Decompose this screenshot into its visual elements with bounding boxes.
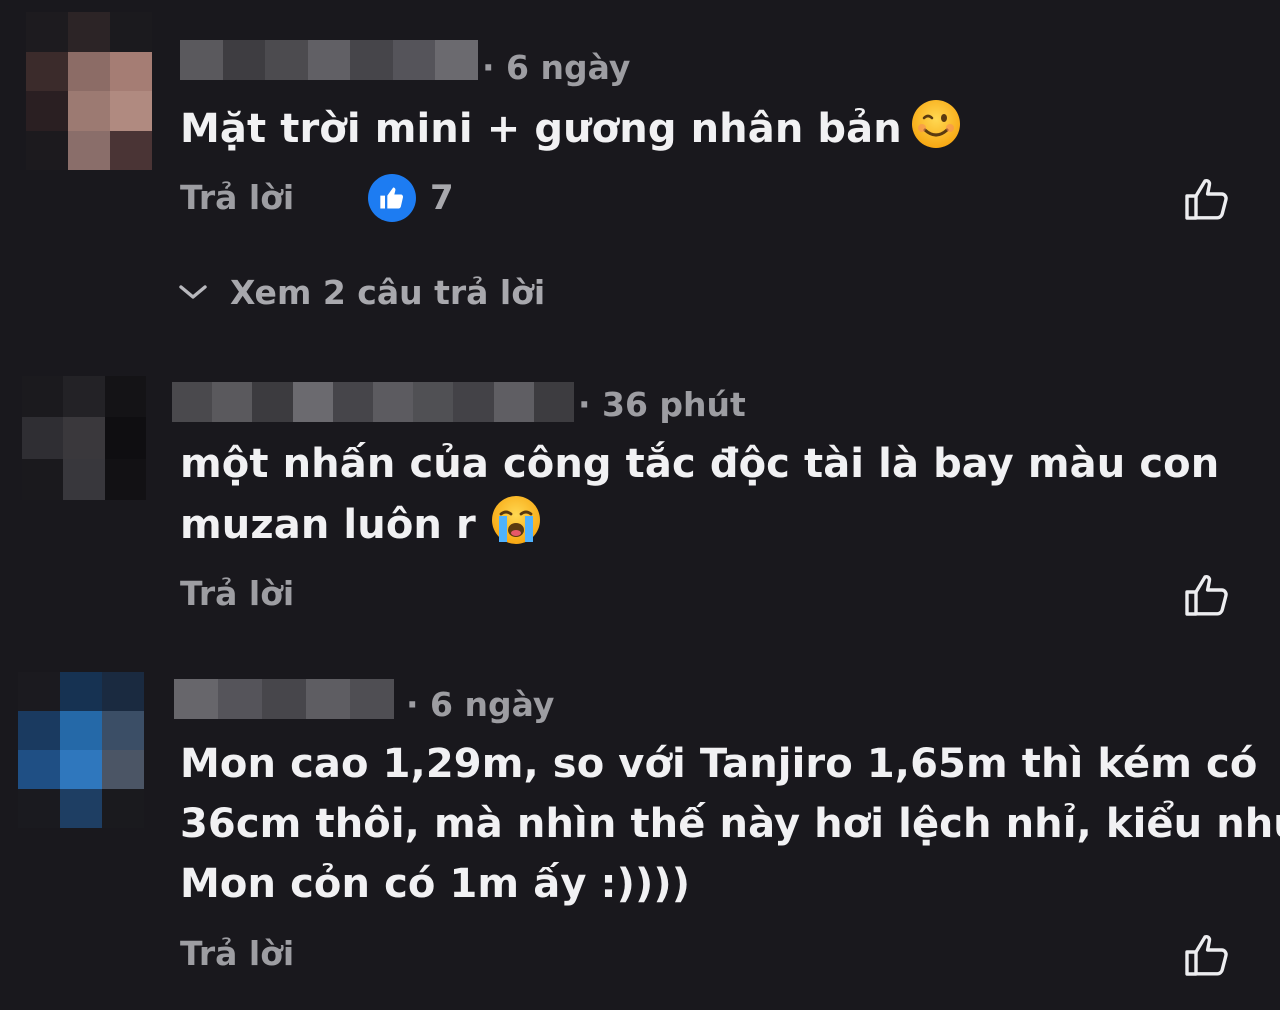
username-blurred[interactable] (174, 679, 394, 719)
avatar[interactable] (26, 12, 152, 170)
view-replies-label: Xem 2 câu trả lời (230, 272, 546, 312)
reaction-count: 7 (430, 178, 454, 218)
comment-text: Mặt trời mini + gương nhân bản (180, 98, 962, 159)
username-blurred[interactable] (180, 40, 479, 80)
avatar[interactable] (18, 672, 144, 828)
loudly-crying-face-emoji (491, 496, 540, 544)
comment-time: · 6 ngày (406, 685, 555, 724)
like-reaction-icon (368, 174, 416, 222)
reply-button[interactable]: Trả lời (180, 178, 294, 218)
comment-text-line: Mon cỏn có 1m ấy :)))) (180, 861, 691, 907)
comment-text-line: một nhấn của công tắc độc tài là bay màu… (180, 441, 1220, 487)
comment-time: · 6 ngày (482, 48, 631, 87)
comment-text: Mon cao 1,29m, so với Tanjiro 1,65m thì … (180, 734, 1280, 914)
thumbs-up-outline-icon[interactable] (1182, 172, 1234, 224)
reply-button[interactable]: Trả lời (180, 574, 294, 614)
comment-text-line: Mặt trời mini + gương nhân bản (180, 106, 902, 152)
comment-text-line: Mon cao 1,29m, so với Tanjiro 1,65m thì … (180, 741, 1258, 787)
avatar[interactable] (22, 376, 146, 500)
comment-text: một nhấn của công tắc độc tài là bay màu… (180, 434, 1219, 555)
reply-button[interactable]: Trả lời (180, 934, 294, 974)
chevron-down-icon (179, 285, 207, 299)
comment-time: · 36 phút (578, 385, 746, 424)
comment-text-line: muzan luôn r (180, 502, 476, 548)
winking-face-emoji (911, 100, 960, 148)
thumbs-up-filled-icon (380, 187, 404, 209)
thumbs-up-outline-icon[interactable] (1182, 568, 1234, 620)
username-blurred[interactable] (172, 382, 575, 422)
view-replies-button[interactable]: Xem 2 câu trả lời (178, 270, 545, 314)
comment-text-line: 36cm thôi, mà nhìn thế này hơi lệch nhỉ,… (180, 801, 1280, 847)
thumbs-up-outline-icon[interactable] (1182, 928, 1234, 980)
